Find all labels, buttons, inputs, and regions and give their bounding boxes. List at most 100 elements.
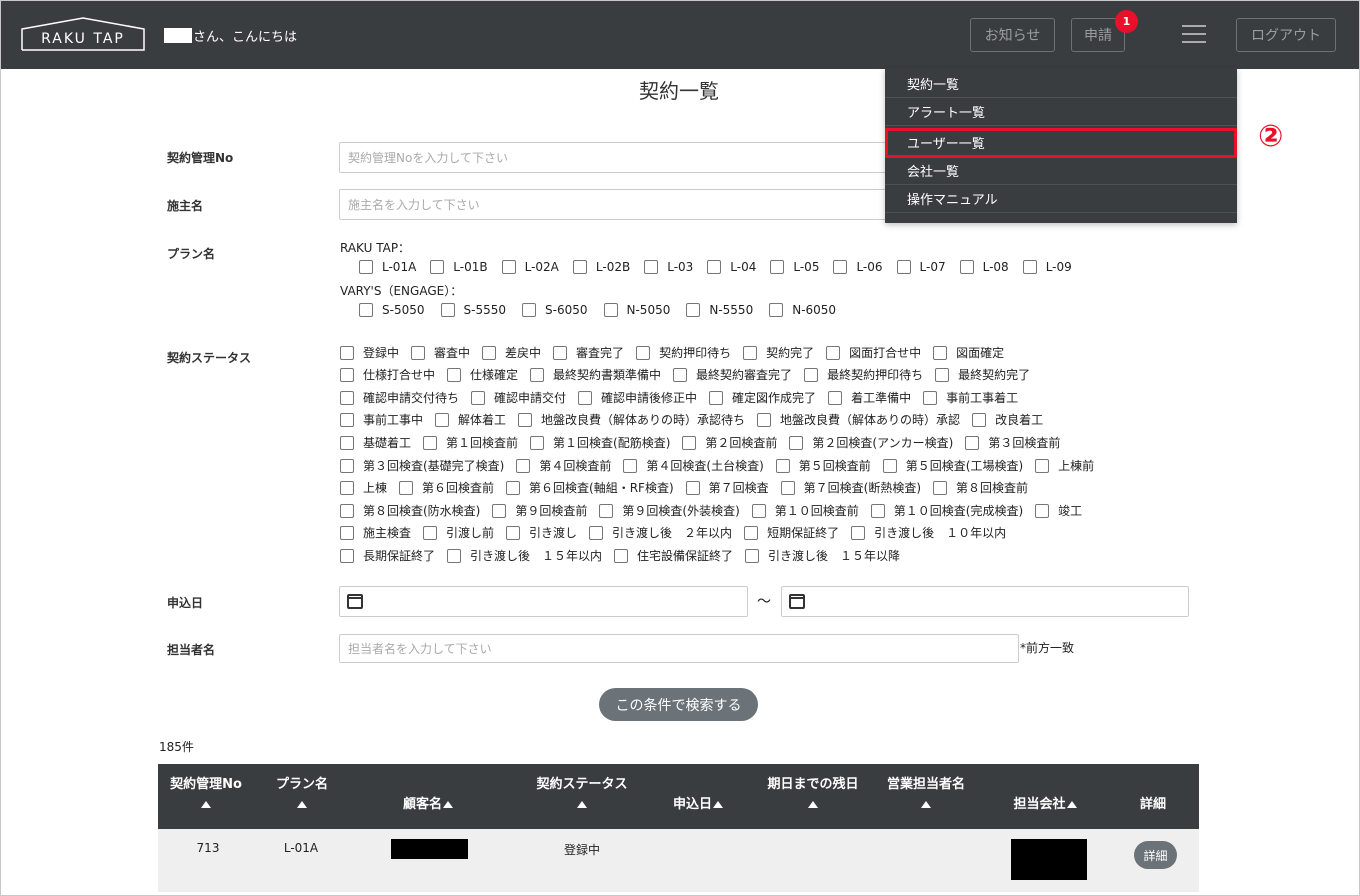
checkbox-option[interactable]: 第４回検査(土台検査) bbox=[623, 457, 764, 474]
checkbox[interactable] bbox=[603, 303, 618, 317]
checkbox-option[interactable]: 仕様確定 bbox=[447, 366, 518, 383]
news-button[interactable]: お知らせ bbox=[970, 18, 1055, 52]
checkbox-option[interactable]: L-07 bbox=[896, 260, 946, 274]
checkbox[interactable] bbox=[589, 525, 604, 540]
checkbox[interactable] bbox=[506, 525, 521, 540]
checkbox[interactable] bbox=[501, 260, 516, 274]
checkbox-option[interactable]: S-6050 bbox=[522, 303, 588, 317]
checkbox-option[interactable]: 図面打合せ中 bbox=[826, 344, 921, 361]
menu-item-company-list[interactable]: 会社一覧 bbox=[885, 157, 1237, 185]
checkbox[interactable] bbox=[506, 480, 521, 495]
checkbox-option[interactable]: 引き渡し後 １５年以降 bbox=[745, 547, 900, 564]
apply-date-from-input[interactable] bbox=[339, 586, 748, 617]
checkbox-option[interactable]: 解体着工 bbox=[435, 411, 506, 428]
checkbox[interactable] bbox=[707, 260, 722, 274]
checkbox[interactable] bbox=[636, 345, 651, 360]
checkbox-option[interactable]: N-5550 bbox=[686, 303, 753, 317]
checkbox-option[interactable]: 第１０回検査前 bbox=[751, 502, 859, 519]
checkbox[interactable] bbox=[340, 367, 354, 382]
checkbox-option[interactable]: 最終契約完了 bbox=[935, 366, 1030, 383]
checkbox-option[interactable]: 審査中 bbox=[411, 344, 470, 361]
th-plan[interactable]: プラン名 bbox=[262, 775, 342, 815]
checkbox[interactable] bbox=[743, 345, 758, 360]
checkbox-option[interactable]: 地盤改良費（解体ありの時）承認待ち bbox=[518, 411, 745, 428]
checkbox[interactable] bbox=[340, 480, 354, 495]
checkbox[interactable] bbox=[447, 548, 462, 563]
checkbox[interactable] bbox=[599, 503, 614, 518]
checkbox[interactable] bbox=[447, 367, 462, 382]
checkbox-option[interactable]: 引渡し前 bbox=[423, 524, 494, 541]
th-days-remaining[interactable]: 期日までの残日 bbox=[758, 775, 868, 815]
checkbox[interactable] bbox=[972, 412, 987, 427]
checkbox-option[interactable]: 最終契約審査完了 bbox=[673, 366, 792, 383]
checkbox-option[interactable]: 第１回検査(配筋検査) bbox=[530, 434, 670, 451]
checkbox[interactable] bbox=[828, 390, 843, 405]
checkbox-option[interactable]: 第５回検査前 bbox=[775, 457, 871, 474]
th-status[interactable]: 契約ステータス bbox=[522, 775, 642, 815]
checkbox[interactable] bbox=[553, 345, 568, 360]
sort-asc-icon[interactable] bbox=[443, 801, 453, 808]
checkbox[interactable] bbox=[572, 260, 587, 274]
checkbox-option[interactable]: L-02A bbox=[501, 260, 559, 274]
checkbox[interactable] bbox=[673, 367, 688, 382]
checkbox[interactable] bbox=[769, 303, 784, 317]
checkbox-option[interactable]: 改良着工 bbox=[972, 411, 1043, 428]
checkbox-option[interactable]: 引き渡し後 １５年以内 bbox=[447, 547, 602, 564]
calendar-icon[interactable] bbox=[789, 594, 805, 609]
checkbox[interactable] bbox=[518, 412, 533, 427]
checkbox-option[interactable]: 第１０回検査(完成検査) bbox=[870, 502, 1023, 519]
checkbox[interactable] bbox=[340, 458, 354, 473]
checkbox-option[interactable]: 第１回検査前 bbox=[423, 434, 518, 451]
checkbox[interactable] bbox=[471, 390, 486, 405]
checkbox-option[interactable]: L-09 bbox=[1022, 260, 1072, 274]
checkbox[interactable] bbox=[686, 303, 701, 317]
checkbox-option[interactable]: L-06 bbox=[833, 260, 883, 274]
checkbox-option[interactable]: 施主検査 bbox=[340, 524, 411, 541]
checkbox[interactable] bbox=[340, 390, 354, 405]
sort-asc-icon[interactable] bbox=[201, 801, 211, 808]
checkbox[interactable] bbox=[826, 345, 841, 360]
checkbox[interactable] bbox=[959, 260, 974, 274]
checkbox[interactable] bbox=[1035, 458, 1050, 473]
checkbox-option[interactable]: 事前工事中 bbox=[340, 411, 423, 428]
checkbox-option[interactable]: 第７回検査 bbox=[685, 479, 769, 496]
checkbox-option[interactable]: 第８回検査(防水検査) bbox=[340, 502, 480, 519]
checkbox-option[interactable]: 第２回検査前 bbox=[682, 434, 777, 451]
checkbox-option[interactable]: 住宅設備保証終了 bbox=[614, 547, 733, 564]
th-contract-no[interactable]: 契約管理No bbox=[166, 775, 246, 815]
checkbox[interactable] bbox=[340, 412, 354, 427]
checkbox[interactable] bbox=[623, 458, 638, 473]
checkbox[interactable] bbox=[789, 435, 804, 450]
checkbox-option[interactable]: 着工準備中 bbox=[828, 389, 911, 406]
checkbox-option[interactable]: 上棟前 bbox=[1035, 457, 1094, 474]
th-customer[interactable]: 顧客名 bbox=[388, 795, 468, 815]
checkbox[interactable] bbox=[685, 480, 700, 495]
checkbox-option[interactable]: N-5050 bbox=[603, 303, 670, 317]
detail-button[interactable]: 詳細 bbox=[1134, 841, 1177, 869]
checkbox[interactable] bbox=[340, 503, 354, 518]
checkbox-option[interactable]: 第９回検査前 bbox=[492, 502, 587, 519]
checkbox-option[interactable]: 第６回検査前 bbox=[399, 479, 494, 496]
checkbox-option[interactable]: 引き渡し後 ２年以内 bbox=[589, 524, 732, 541]
checkbox[interactable] bbox=[744, 525, 759, 540]
checkbox-option[interactable]: 引き渡し bbox=[506, 524, 577, 541]
checkbox-option[interactable]: 差戻中 bbox=[482, 344, 541, 361]
checkbox-option[interactable]: L-08 bbox=[959, 260, 1009, 274]
checkbox-option[interactable]: 竣工 bbox=[1035, 502, 1082, 519]
checkbox-option[interactable]: 最終契約書類準備中 bbox=[530, 366, 661, 383]
checkbox[interactable] bbox=[423, 435, 438, 450]
checkbox-option[interactable]: 確認申請交付待ち bbox=[340, 389, 459, 406]
checkbox[interactable] bbox=[751, 503, 766, 518]
checkbox-option[interactable]: 第３回検査前 bbox=[965, 434, 1060, 451]
checkbox[interactable] bbox=[935, 367, 950, 382]
checkbox[interactable] bbox=[340, 435, 354, 450]
checkbox-option[interactable]: 第３回検査(基礎完了検査) bbox=[340, 457, 504, 474]
checkbox[interactable] bbox=[923, 390, 938, 405]
sort-asc-icon[interactable] bbox=[297, 801, 307, 808]
checkbox-option[interactable]: 第９回検査(外装検査) bbox=[599, 502, 740, 519]
checkbox-option[interactable]: 第６回検査(軸組・RF検査) bbox=[506, 479, 674, 496]
checkbox[interactable] bbox=[530, 367, 545, 382]
checkbox[interactable] bbox=[340, 345, 354, 360]
checkbox-option[interactable]: L-01A bbox=[359, 260, 416, 274]
checkbox[interactable] bbox=[482, 345, 497, 360]
